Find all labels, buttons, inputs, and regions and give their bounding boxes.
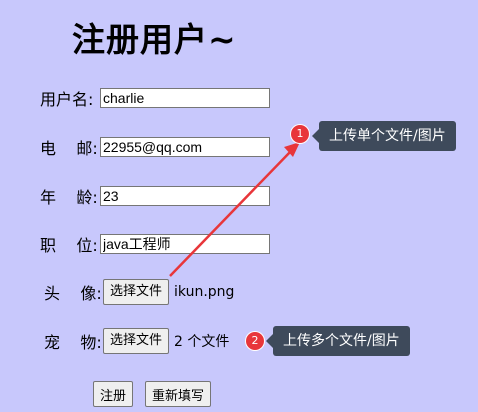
badge-1: 1	[291, 125, 309, 143]
tooltip-single-file: 上传单个文件/图片	[312, 121, 456, 151]
tooltip-multiple-files: 上传多个文件/图片	[266, 326, 410, 356]
badge-2: 2	[246, 332, 264, 350]
arrow-line	[169, 149, 293, 277]
